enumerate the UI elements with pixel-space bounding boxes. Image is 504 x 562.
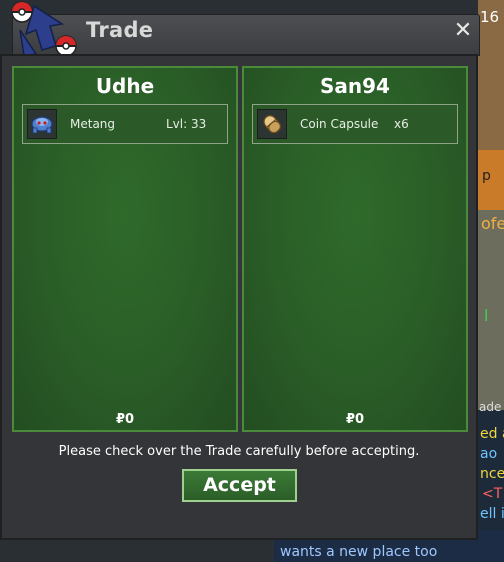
close-button[interactable]: ✕	[452, 20, 474, 42]
metang-icon	[27, 109, 57, 139]
item-quantity: x6	[394, 117, 409, 131]
background-fragment: nce	[480, 466, 504, 482]
window-title: Trade	[86, 18, 154, 42]
background-fragment: p	[482, 168, 491, 184]
trade-item-slot[interactable]: Metang Lvl: 33	[22, 104, 228, 144]
trade-panel-self: Udhe Metang Lvl: 33 ₽0	[12, 66, 238, 432]
item-level: Lvl: 33	[166, 117, 207, 131]
background-tile	[478, 210, 504, 410]
player-name: Udhe	[95, 74, 155, 98]
background-fragment: ell i	[480, 506, 504, 522]
background-fragment: <T	[482, 486, 503, 502]
background-fragment: ed a	[480, 426, 504, 442]
background-fragment: ofe	[481, 214, 504, 233]
trade-arrows-icon	[11, 1, 77, 57]
background-fragment: ade	[479, 400, 502, 414]
player-name: San94	[320, 74, 390, 98]
money-amount: ₽0	[115, 412, 135, 427]
coin-capsule-icon	[257, 109, 287, 139]
background-fragment: 16	[480, 8, 500, 26]
trade-warning-text: Please check over the Trade carefully be…	[58, 444, 420, 459]
chat-message: wants a new place too	[280, 544, 438, 560]
item-name: Coin Capsule	[300, 117, 379, 131]
background-fragment: ao	[480, 446, 498, 462]
accept-button[interactable]: Accept	[182, 469, 297, 502]
background-fragment: l	[484, 306, 489, 325]
trade-window: Trade ✕ Udhe Metang Lvl: 33 ₽0 San94 Coi…	[0, 0, 480, 540]
trade-panel-partner: San94 Coin Capsule x6 ₽0	[242, 66, 468, 432]
money-amount: ₽0	[345, 412, 365, 427]
window-titlebar[interactable]	[12, 14, 480, 56]
item-name: Metang	[70, 117, 116, 131]
trade-item-slot[interactable]: Coin Capsule x6	[252, 104, 458, 144]
